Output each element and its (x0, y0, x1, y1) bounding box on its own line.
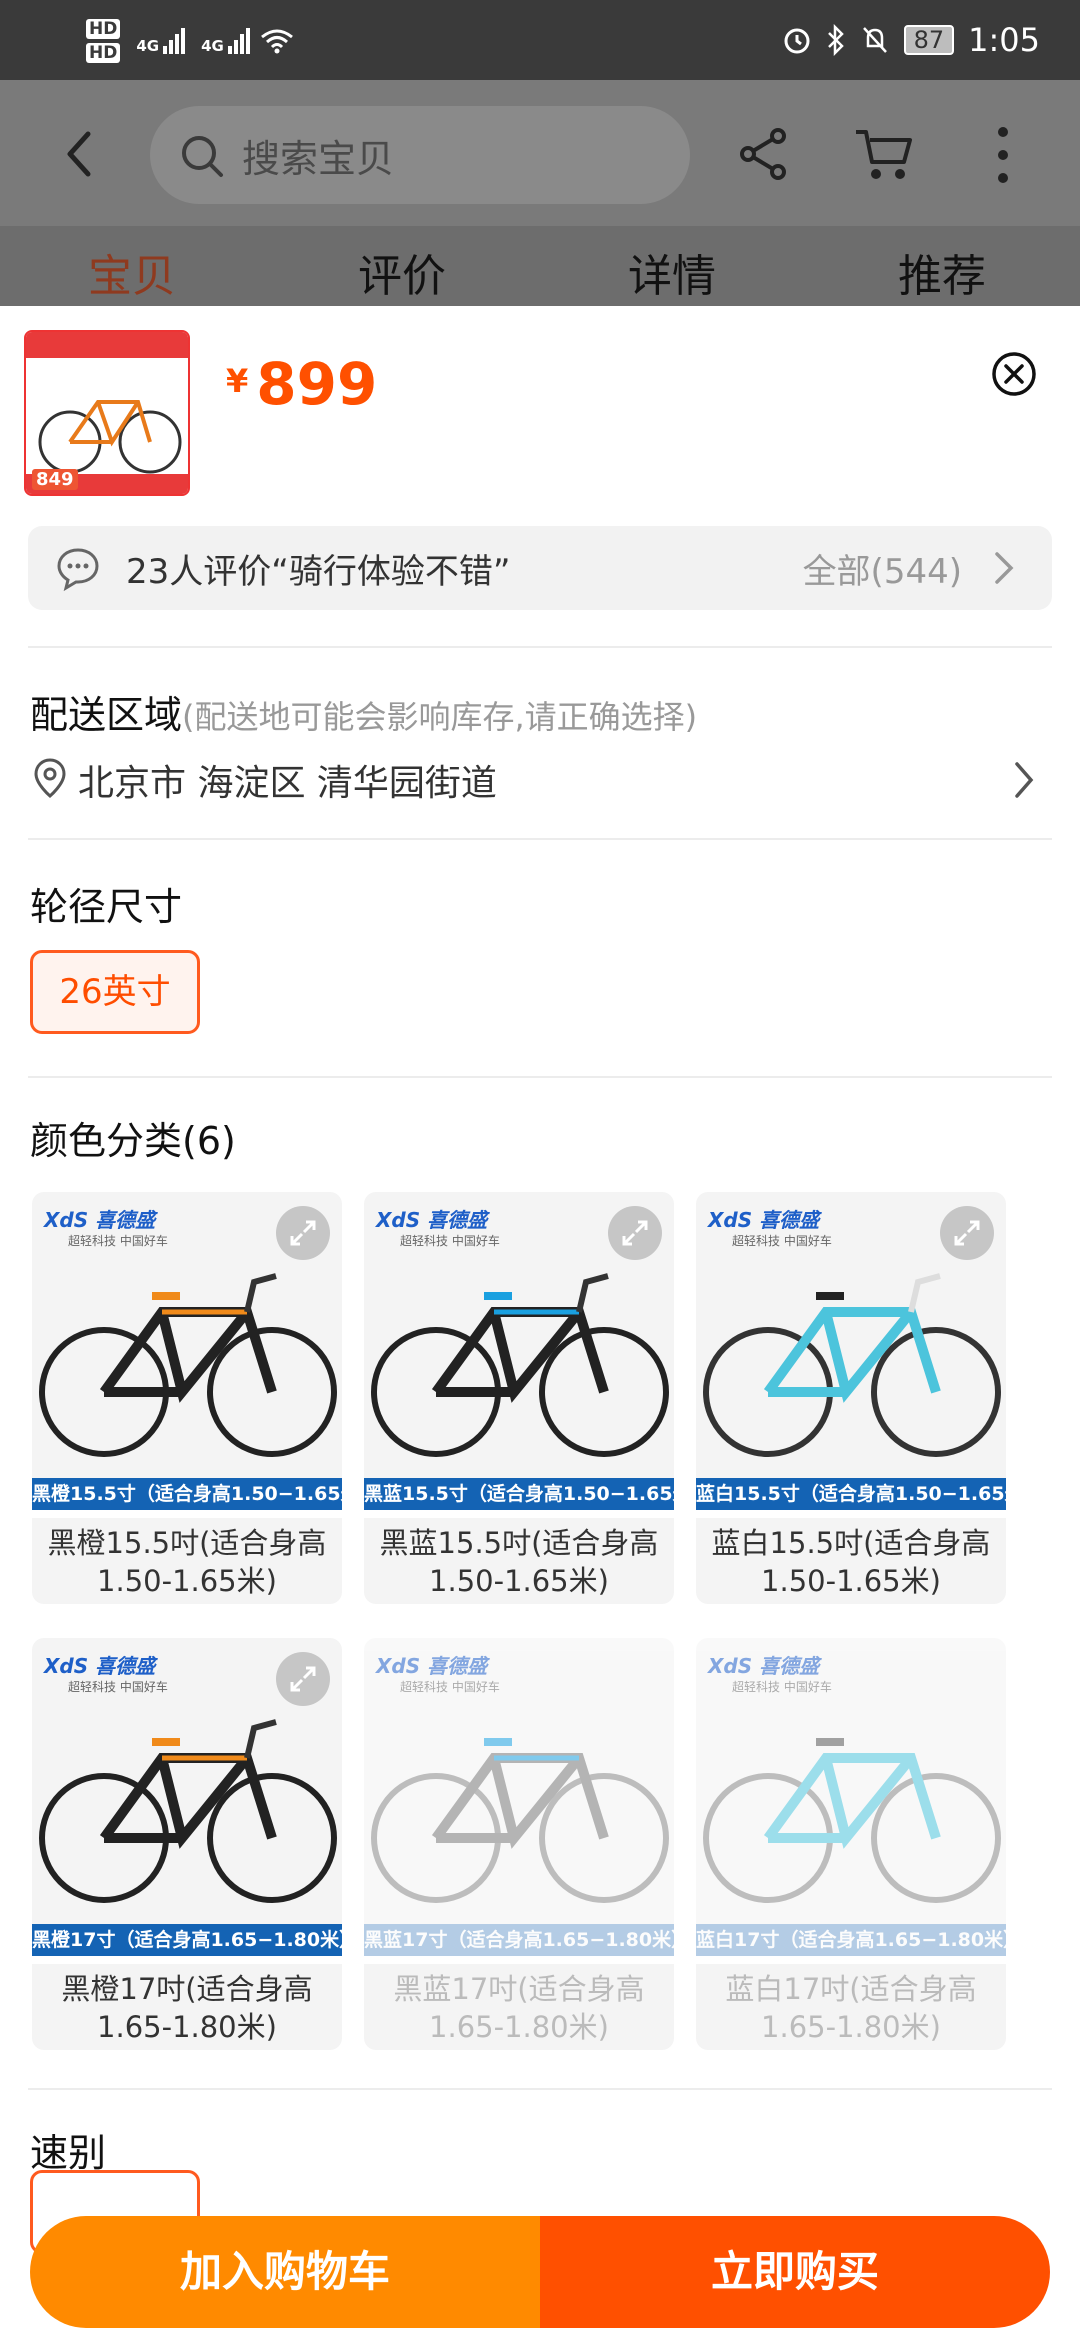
location-pin-icon (34, 758, 66, 798)
product-top-bar: 搜索宝贝 (0, 80, 1080, 226)
hd-badge-2: HD (86, 43, 121, 63)
bluetooth-icon (827, 24, 844, 56)
buy-now-button[interactable]: 立即购买 (540, 2216, 1050, 2328)
chevron-right-icon (995, 552, 1014, 584)
divider-4 (28, 2088, 1052, 2090)
product-thumbnail[interactable]: 849 (24, 330, 190, 496)
brand-logo: XdS 喜德盛 (44, 1208, 156, 1232)
color-option[interactable]: XdS 喜德盛 超轻科技 中国好车 黑橙15.5寸（适合身高1.50−1.65米… (32, 1192, 342, 1604)
add-to-cart-button[interactable]: 加入购物车 (30, 2216, 540, 2328)
brand-tagline: 超轻科技 中国好车 (400, 1234, 500, 1248)
cart-icon[interactable] (852, 124, 916, 184)
color-option-image: XdS 喜德盛 超轻科技 中国好车 黑橙15.5寸（适合身高1.50−1.65米… (32, 1192, 342, 1510)
size-strip: 蓝白17寸（适合身高1.65−1.80米） (696, 1924, 1006, 1956)
brand-logo: XdS 喜德盛 (44, 1654, 156, 1678)
bike-image (371, 1738, 669, 1903)
color-option[interactable]: XdS 喜德盛 超轻科技 中国好车 蓝白15.5寸（适合身高1.50−1.65米… (696, 1192, 1006, 1604)
color-option[interactable]: XdS 喜德盛 超轻科技 中国好车 黑橙17寸（适合身高1.65−1.80米） … (32, 1638, 342, 2050)
brand-logo: XdS 喜德盛 (376, 1208, 488, 1232)
delivery-title: 配送区域 (30, 693, 183, 737)
hd-badge-1: HD (86, 19, 121, 39)
price-amount: 899 (256, 350, 378, 418)
size-strip: 黑橙17寸（适合身高1.65−1.80米） (32, 1924, 342, 1956)
tab-reviews[interactable]: 评价 (358, 240, 446, 304)
tab-product[interactable]: 宝贝 (88, 240, 176, 304)
size-strip: 黑蓝17寸（适合身高1.65−1.80米） (364, 1924, 674, 1956)
bike-image (39, 1273, 337, 1457)
search-placeholder: 搜索宝贝 (242, 137, 395, 181)
status-right: 87 1:05 (782, 0, 1040, 80)
divider-1 (28, 646, 1052, 648)
sku-selector-sheet: 849 ¥899 23人评价“骑行体验不错” 全部(544) 配送区域(配送地可… (0, 306, 1080, 2340)
status-bar: HD HD 4G 4G 87 1:05 (0, 0, 1080, 80)
network-type-1: 4G (136, 37, 160, 55)
size-strip: 黑橙15.5寸（适合身高1.50−1.65米） (32, 1478, 342, 1510)
brand-tagline: 超轻科技 中国好车 (400, 1680, 500, 1694)
color-option-image: XdS 喜德盛 超轻科技 中国好车 蓝白15.5寸（适合身高1.50−1.65米… (696, 1192, 1006, 1510)
review-all-count: 全部(544) (802, 552, 962, 592)
speed-section-title: 速别 (30, 2131, 107, 2175)
brand-logo: XdS 喜德盛 (708, 1654, 820, 1678)
tab-recommend[interactable]: 推荐 (898, 240, 986, 304)
color-option-unavailable: XdS 喜德盛 超轻科技 中国好车 黑蓝17寸（适合身高1.65−1.80米） … (364, 1638, 674, 2050)
thumbnail-price: 849 (32, 469, 78, 490)
more-icon[interactable] (988, 124, 1018, 186)
mute-icon (862, 27, 887, 53)
currency-symbol: ¥ (226, 362, 249, 400)
color-option-image: XdS 喜德盛 超轻科技 中国好车 黑蓝17寸（适合身高1.65−1.80米） (364, 1638, 674, 1956)
close-icon[interactable] (990, 350, 1038, 398)
size-strip: 蓝白15.5寸（适合身高1.50−1.65米） (696, 1478, 1006, 1510)
status-left: HD HD 4G 4G (86, 12, 294, 70)
delivery-section-title: 配送区域(配送地可能会影响库存,请正确选择) (30, 684, 697, 739)
color-option-image: XdS 喜德盛 超轻科技 中国好车 黑蓝15.5寸（适合身高1.50−1.65米… (364, 1192, 674, 1510)
back-icon[interactable] (58, 124, 102, 184)
brand-logo: XdS 喜德盛 (376, 1654, 488, 1678)
color-option-image: XdS 喜德盛 超轻科技 中国好车 蓝白17寸（适合身高1.65−1.80米） (696, 1638, 1006, 1956)
brand-logo: XdS 喜德盛 (708, 1208, 820, 1232)
brand-tagline: 超轻科技 中国好车 (732, 1680, 832, 1694)
brand-tagline: 超轻科技 中国好车 (68, 1234, 168, 1248)
review-highlight: 23人评价“骑行体验不错” (126, 552, 511, 592)
signal-2-icon: 4G (201, 28, 250, 54)
color-option-label: 黑蓝15.5吋(适合身高1.50-1.65米) (364, 1518, 674, 1604)
delivery-address[interactable]: 北京市 海淀区 清华园街道 (78, 754, 497, 806)
bike-image (371, 1273, 669, 1457)
product-tabs: 宝贝 评价 详情 推荐 (0, 226, 1080, 306)
color-section-title: 颜色分类(6) (30, 1119, 236, 1163)
color-option-unavailable: XdS 喜德盛 超轻科技 中国好车 蓝白17寸（适合身高1.65−1.80米） … (696, 1638, 1006, 2050)
search-icon (182, 136, 223, 177)
divider-2 (28, 838, 1052, 840)
search-bar[interactable]: 搜索宝贝 (150, 106, 690, 204)
tab-details[interactable]: 详情 (628, 240, 716, 304)
comment-icon (57, 548, 99, 592)
review-summary[interactable]: 23人评价“骑行体验不错” 全部(544) (28, 526, 1052, 610)
status-time: 1:05 (968, 21, 1040, 59)
chevron-right-icon[interactable] (1012, 760, 1036, 800)
size-strip: 黑蓝15.5寸（适合身高1.50−1.65米） (364, 1478, 674, 1510)
share-icon[interactable] (736, 126, 790, 182)
color-option-label: 黑橙17吋(适合身高1.65-1.80米) (32, 1964, 342, 2050)
alarm-icon (784, 28, 810, 54)
divider-3 (28, 1076, 1052, 1078)
color-option-image: XdS 喜德盛 超轻科技 中国好车 黑橙17寸（适合身高1.65−1.80米） (32, 1638, 342, 1956)
delivery-note: (配送地可能会影响库存,请正确选择) (182, 698, 698, 736)
wifi-icon (260, 29, 293, 54)
network-type-2: 4G (201, 37, 224, 55)
bike-image (39, 1719, 337, 1903)
color-option-label: 蓝白15.5吋(适合身高1.50-1.65米) (696, 1518, 1006, 1604)
battery-indicator: 87 (903, 25, 955, 55)
color-option[interactable]: XdS 喜德盛 超轻科技 中国好车 黑蓝15.5寸（适合身高1.50−1.65米… (364, 1192, 674, 1604)
bike-image (703, 1738, 1001, 1903)
purchase-actions: 加入购物车 立即购买 (30, 2216, 1050, 2328)
signal-1-icon: 4G (136, 28, 186, 55)
brand-tagline: 超轻科技 中国好车 (68, 1680, 168, 1694)
color-option-label: 黑蓝17吋(适合身高1.65-1.80米) (364, 1964, 674, 2050)
product-price: ¥899 (226, 350, 377, 418)
color-option-label: 黑橙15.5吋(适合身高1.50-1.65米) (32, 1518, 342, 1604)
brand-tagline: 超轻科技 中国好车 (732, 1234, 832, 1248)
bike-image (703, 1273, 1001, 1457)
wheel-size-title: 轮径尺寸 (30, 885, 183, 929)
wheel-size-option-selected[interactable]: 26英寸 (30, 950, 200, 1034)
color-option-label: 蓝白17吋(适合身高1.65-1.80米) (696, 1964, 1006, 2050)
